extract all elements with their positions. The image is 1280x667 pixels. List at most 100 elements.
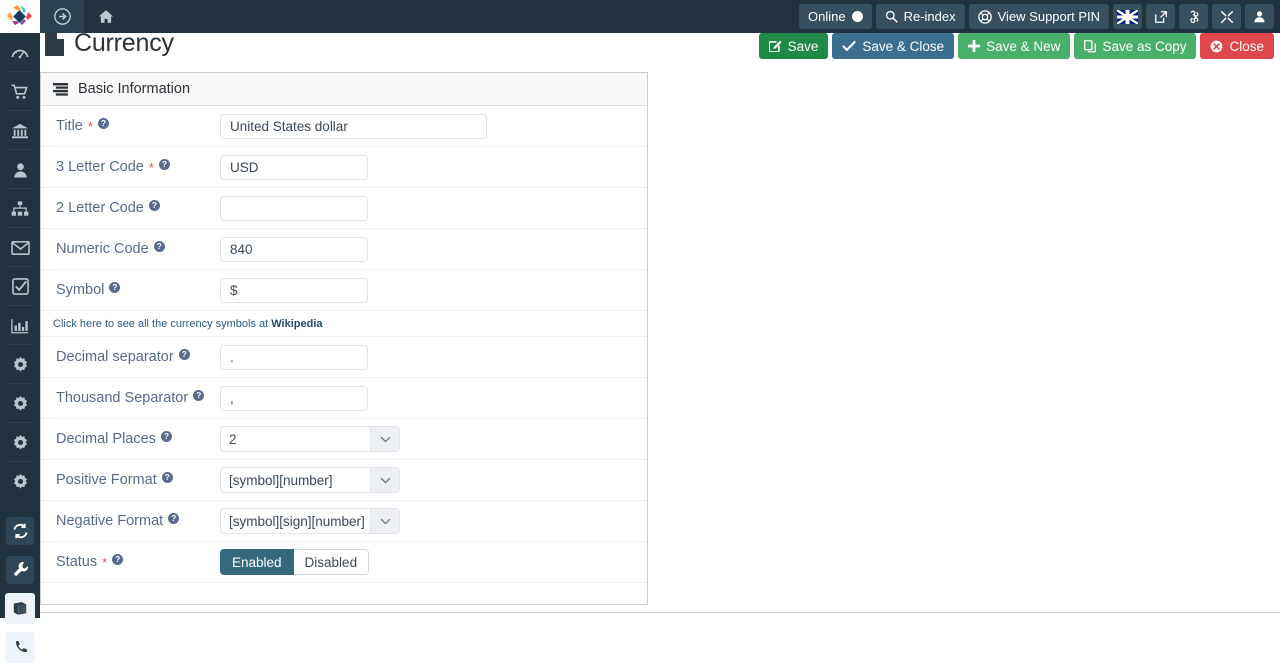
positive-format-value: [symbol][number] — [229, 472, 333, 488]
left-sidebar — [0, 33, 40, 663]
language-switcher-button[interactable] — [1113, 4, 1142, 29]
save-and-close-button[interactable]: Save & Close — [832, 33, 955, 59]
label-thousand-separator: Thousand Separator ? — [56, 389, 220, 406]
label-thousand-separator-text: Thousand Separator — [56, 390, 189, 406]
wikipedia-link[interactable]: Click here to see all the currency symbo… — [53, 318, 323, 330]
form-row-negative-format: Negative Format ? [symbol][sign][number] — [41, 501, 647, 542]
sidebar-item-sync[interactable] — [0, 511, 40, 550]
label-symbol-text: Symbol — [56, 282, 105, 298]
title-input[interactable] — [220, 113, 487, 139]
help-icon[interactable]: ? — [178, 348, 190, 360]
label-positive-format: Positive Format ? — [56, 471, 220, 488]
field-symbol — [220, 277, 368, 303]
sidebar-item-settings-2[interactable] — [0, 384, 40, 423]
sidebar-item-tasks[interactable] — [0, 267, 40, 306]
symbol-input[interactable] — [220, 277, 368, 303]
panel-heading-text: Basic Information — [78, 81, 191, 97]
sidebar-item-bank[interactable] — [0, 111, 40, 150]
sidebar-item-dashboard[interactable] — [0, 33, 40, 72]
action-toolbar: Save Save & Close Save & New Save as Cop… — [758, 33, 1274, 59]
wikipedia-note: Click here to see all the currency symbo… — [41, 311, 647, 337]
label-decimal-separator: Decimal separator ? — [56, 348, 220, 365]
numeric-code-input[interactable] — [220, 236, 368, 262]
help-icon[interactable]: ? — [112, 553, 124, 565]
negative-format-select[interactable]: [symbol][sign][number] — [220, 508, 400, 534]
check-icon — [842, 40, 857, 52]
help-icon[interactable]: ? — [168, 512, 180, 524]
status-enabled-button[interactable]: Enabled — [220, 549, 294, 575]
negative-format-value: [symbol][sign][number] — [229, 513, 365, 529]
thousand-separator-input[interactable] — [220, 385, 368, 411]
help-icon[interactable]: ? — [193, 389, 205, 401]
field-decimal-separator — [220, 344, 368, 370]
sidebar-item-customers[interactable] — [0, 150, 40, 189]
user-menu-button[interactable] — [1245, 4, 1274, 29]
reindex-label: Re-index — [903, 9, 956, 24]
topbar-actions: Online Re-index View Support PIN — [799, 0, 1280, 33]
sidebar-item-sitemap[interactable] — [0, 189, 40, 228]
top-navigation-bar: Online Re-index View Support PIN — [0, 0, 1280, 33]
decimal-separator-input[interactable] — [220, 344, 368, 370]
help-icon[interactable]: ? — [153, 240, 165, 252]
support-pin-label: View Support PIN — [997, 9, 1100, 24]
form-row-decimal-places: Decimal Places ? 2 — [41, 419, 647, 460]
field-title — [220, 113, 487, 139]
reindex-button[interactable]: Re-index — [875, 4, 965, 29]
form-row-two-letter-code: 2 Letter Code ? — [41, 188, 647, 229]
decimal-places-select[interactable]: 2 — [220, 426, 400, 452]
sidebar-item-tools[interactable] — [0, 550, 40, 589]
field-thousand-separator — [220, 385, 368, 411]
help-icon[interactable]: ? — [160, 430, 172, 442]
sidebar-item-reports[interactable] — [0, 306, 40, 345]
sidebar-item-catalogue[interactable] — [0, 589, 40, 628]
sidebar-item-phone[interactable] — [0, 628, 40, 667]
sidebar-item-settings-3[interactable] — [0, 423, 40, 462]
book-icon — [5, 593, 35, 624]
list-tab-icon — [53, 82, 68, 96]
preview-site-button[interactable] — [1146, 4, 1175, 29]
save-as-copy-button[interactable]: Save as Copy — [1074, 33, 1197, 59]
sidebar-divider — [0, 501, 40, 511]
view-support-pin-button[interactable]: View Support PIN — [968, 4, 1109, 29]
sidebar-item-shop[interactable] — [0, 72, 40, 111]
label-status-text: Status — [56, 554, 98, 570]
home-button[interactable] — [84, 0, 128, 33]
save-and-new-label: Save & New — [986, 38, 1061, 54]
sidebar-item-settings-4[interactable] — [0, 462, 40, 501]
save-button[interactable]: Save — [758, 33, 829, 59]
help-icon[interactable]: ? — [158, 158, 170, 170]
field-two-letter-code — [220, 195, 368, 221]
sidebar-item-mail[interactable] — [0, 228, 40, 267]
times-circle-icon — [1211, 40, 1223, 52]
status-disabled-button[interactable]: Disabled — [293, 549, 370, 575]
close-label: Close — [1229, 38, 1264, 54]
home-icon — [98, 10, 114, 23]
chevron-down-icon — [370, 427, 399, 451]
help-icon[interactable]: ? — [161, 471, 173, 483]
expand-arrows-icon — [1220, 10, 1233, 23]
plus-icon — [968, 40, 981, 52]
save-and-new-button[interactable]: Save & New — [958, 33, 1071, 59]
close-button[interactable]: Close — [1200, 33, 1274, 59]
page-title-text: Currency — [74, 29, 174, 57]
three-letter-code-input[interactable] — [220, 154, 368, 180]
wikipedia-link-label: Wikipedia — [271, 317, 323, 330]
form-row-symbol: Symbol ? — [41, 270, 647, 311]
label-decimal-places: Decimal Places ? — [56, 430, 220, 447]
joomla-admin-button[interactable] — [1179, 4, 1208, 29]
label-status: Status * ? — [56, 553, 220, 570]
help-icon[interactable]: ? — [97, 117, 109, 129]
fullscreen-button[interactable] — [1212, 4, 1241, 29]
two-letter-code-input[interactable] — [220, 195, 368, 221]
sidebar-item-settings-1[interactable] — [0, 345, 40, 384]
wrench-icon — [6, 555, 34, 584]
save-label: Save — [787, 38, 819, 54]
help-icon[interactable]: ? — [148, 199, 160, 211]
app-logo[interactable] — [0, 0, 40, 33]
user-icon — [6, 156, 34, 184]
online-status-pill[interactable]: Online — [799, 4, 872, 29]
positive-format-select[interactable]: [symbol][number] — [220, 467, 400, 493]
label-title: Title * ? — [56, 117, 220, 134]
help-icon[interactable]: ? — [109, 281, 121, 293]
forward-button[interactable] — [40, 0, 84, 33]
